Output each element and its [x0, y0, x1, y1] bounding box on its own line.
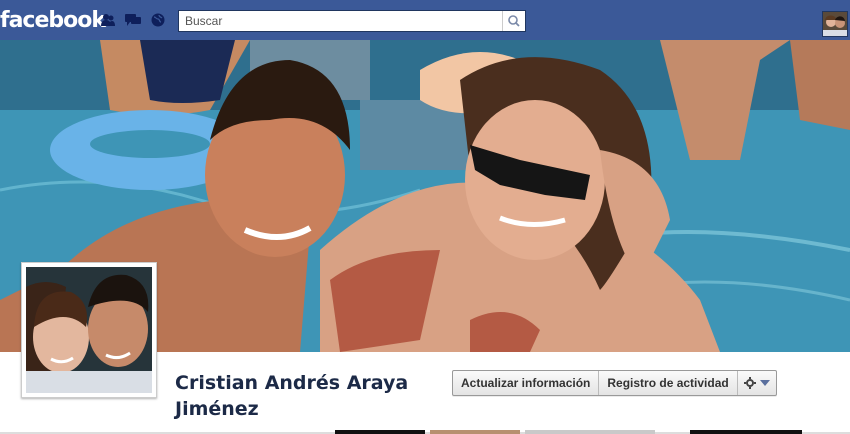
notifications-globe-icon[interactable]	[150, 13, 166, 27]
gear-icon	[743, 377, 756, 389]
profile-actions: Actualizar información Registro de activ…	[452, 370, 777, 396]
top-bar: facebook	[0, 0, 850, 41]
chevron-down-icon	[759, 380, 770, 386]
app-thumbnail[interactable]	[335, 430, 425, 434]
messages-icon[interactable]	[125, 13, 141, 27]
facebook-logo[interactable]: facebook	[0, 8, 106, 33]
activity-log-button[interactable]: Registro de actividad	[599, 371, 738, 395]
search-icon	[508, 15, 520, 27]
profile-name: Cristian Andrés Araya Jiménez	[175, 372, 409, 420]
profile-photo-image	[26, 267, 152, 393]
update-info-button[interactable]: Actualizar información	[453, 371, 600, 395]
friend-requests-icon[interactable]	[100, 13, 116, 27]
user-avatar[interactable]	[822, 11, 848, 37]
settings-menu-button[interactable]	[738, 371, 776, 395]
search-button[interactable]	[502, 11, 525, 31]
app-thumbnail[interactable]	[430, 430, 520, 434]
app-thumbnail[interactable]	[690, 430, 802, 434]
profile-picture[interactable]	[21, 262, 157, 398]
search-input[interactable]	[179, 11, 515, 31]
app-thumbnail[interactable]	[525, 430, 655, 434]
search-box	[178, 10, 526, 32]
